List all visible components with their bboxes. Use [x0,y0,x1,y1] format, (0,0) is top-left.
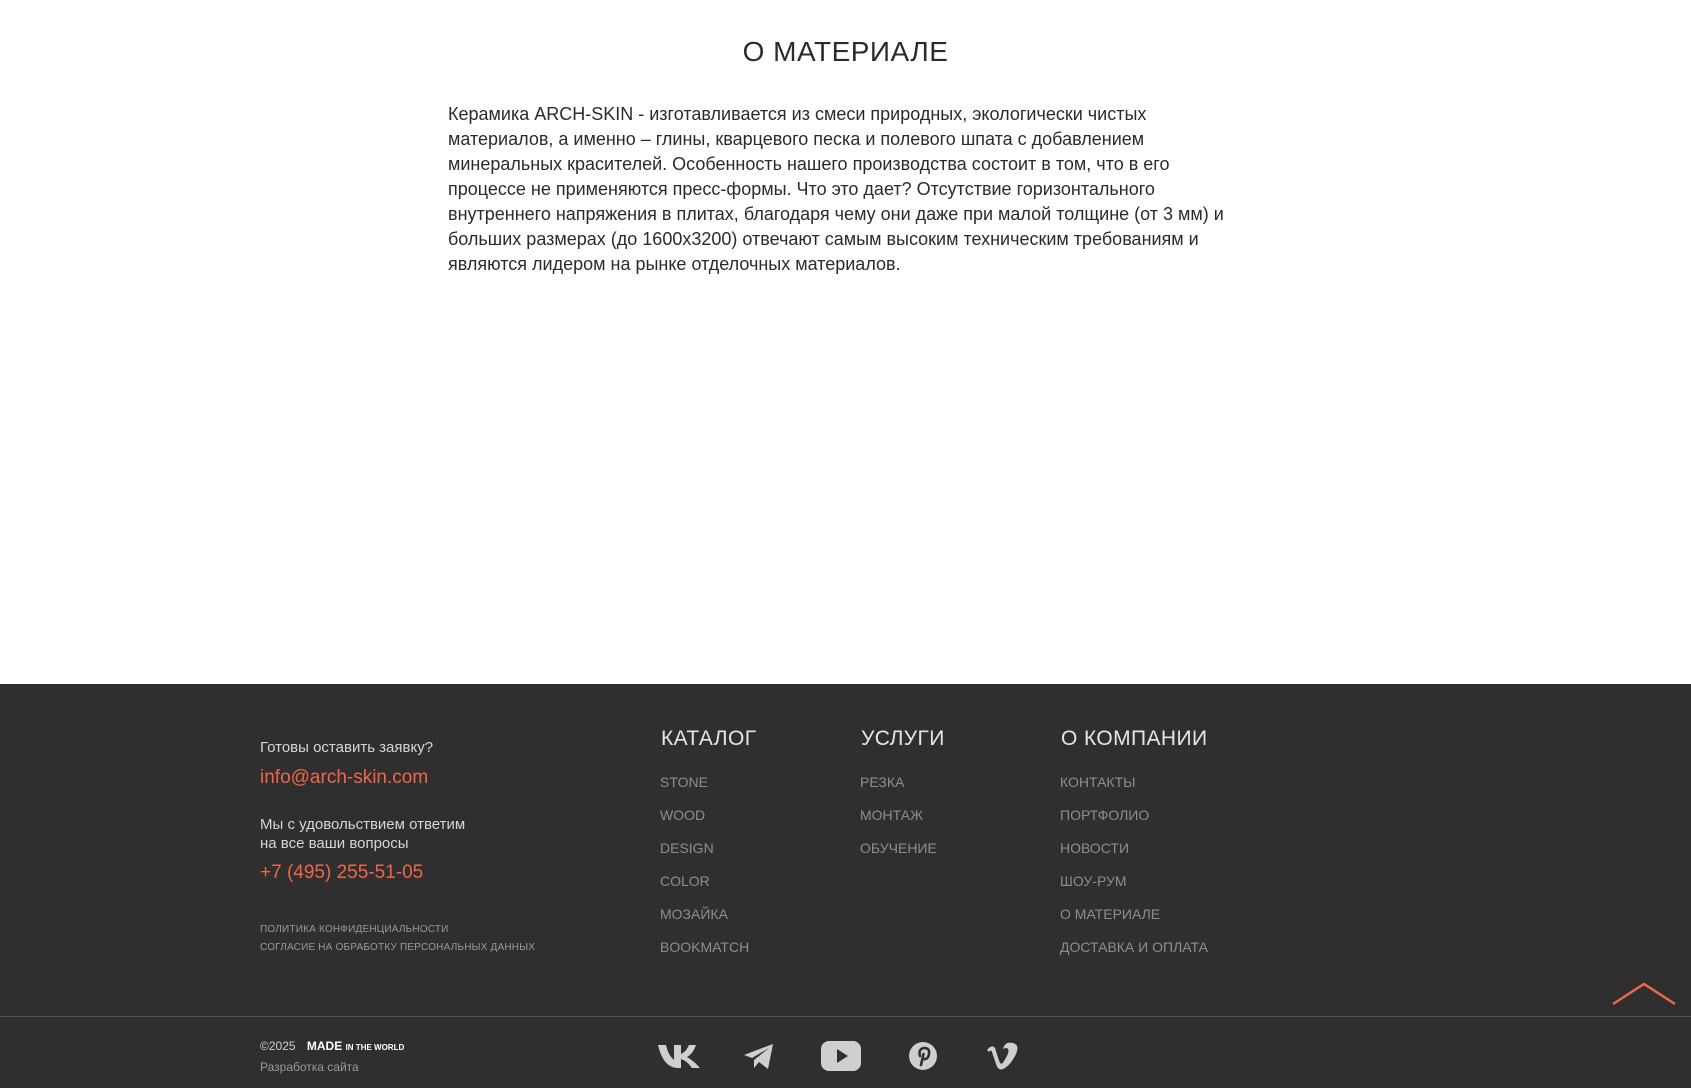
catalog-item-bookmatch[interactable]: BOOKMATCH [660,931,757,964]
legal-links: ПОЛИТИКА КОНФИДЕНЦИАЛЬНОСТИ СОГЛАСИЕ НА … [260,921,580,957]
developer-link[interactable]: Разработка сайта [260,1060,359,1074]
page-title: О МАТЕРИАЛЕ [742,36,949,67]
pinterest-link[interactable] [900,1038,946,1074]
telegram-link[interactable] [736,1038,782,1074]
company-item-delivery[interactable]: ДОСТАВКА И ОПЛАТА [1060,931,1208,964]
company-item-news[interactable]: НОВОСТИ [1060,832,1208,865]
made-logo[interactable]: MADE IN THE WORLD [307,1038,404,1056]
copyright: ©2025 MADE IN THE WORLD [260,1038,404,1056]
footer-divider [0,1016,1691,1017]
company-menu: О КОМПАНИИ КОНТАКТЫ ПОРТФОЛИО НОВОСТИ ШО… [1060,724,1208,964]
company-item-contacts[interactable]: КОНТАКТЫ [1060,766,1208,799]
data-consent-link[interactable]: СОГЛАСИЕ НА ОБРАБОТКУ ПЕРСОНАЛЬНЫХ ДАННЫ… [260,939,580,957]
youtube-icon [821,1041,861,1071]
company-heading[interactable]: О КОМПАНИИ [1060,724,1208,754]
vimeo-link[interactable] [980,1038,1026,1074]
catalog-item-color[interactable]: COLOR [660,865,757,898]
chevron-up-icon [1612,982,1676,1006]
catalog-heading[interactable]: КАТАЛОГ [660,724,757,754]
catalog-item-wood[interactable]: WOOD [660,799,757,832]
answer-line-1: Мы с удовольствием ответим [260,816,466,833]
ready-text: Готовы оставить заявку? [260,739,434,756]
services-menu: УСЛУГИ РЕЗКА МОНТАЖ ОБУЧЕНИЕ [860,724,945,865]
youtube-link[interactable] [818,1038,864,1074]
vk-icon [658,1045,700,1068]
vimeo-icon [987,1042,1018,1070]
contact-block: Готовы оставить заявку? info@arch-skin.c… [260,738,580,957]
pinterest-icon [909,1042,937,1070]
site-footer: Готовы оставить заявку? info@arch-skin.c… [0,684,1691,1088]
main-content: О МАТЕРИАЛЕ Керамика ARCH-SKIN - изготав… [0,0,1691,684]
catalog-menu: КАТАЛОГ STONE WOOD DESIGN COLOR МОЗАЙКА … [660,724,757,964]
company-item-portfolio[interactable]: ПОРТФОЛИО [1060,799,1208,832]
copyright-year: ©2025 [260,1039,296,1053]
services-item-installation[interactable]: МОНТАЖ [860,799,945,832]
catalog-item-stone[interactable]: STONE [660,766,757,799]
privacy-policy-link[interactable]: ПОЛИТИКА КОНФИДЕНЦИАЛЬНОСТИ [260,921,580,939]
catalog-item-design[interactable]: DESIGN [660,832,757,865]
telegram-icon [744,1044,773,1069]
services-item-cutting[interactable]: РЕЗКА [860,766,945,799]
company-item-about-material[interactable]: О МАТЕРИАЛЕ [1060,898,1208,931]
services-item-training[interactable]: ОБУЧЕНИЕ [860,832,945,865]
answer-text: Мы с удовольствием ответим на все ваши в… [260,815,580,853]
catalog-item-mosaic[interactable]: МОЗАЙКА [660,898,757,931]
services-heading[interactable]: УСЛУГИ [860,724,945,754]
about-material-text: Керамика ARCH-SKIN - изготавливается из … [448,104,1224,274]
phone-link[interactable]: +7 (495) 255-51-05 [260,861,580,885]
vk-link[interactable] [656,1038,702,1074]
scroll-to-top-button[interactable] [1611,980,1677,1008]
email-link[interactable]: info@arch-skin.com [260,766,580,790]
company-item-showroom[interactable]: ШОУ-РУМ [1060,865,1208,898]
answer-line-2: на все ваши вопросы [260,835,409,852]
